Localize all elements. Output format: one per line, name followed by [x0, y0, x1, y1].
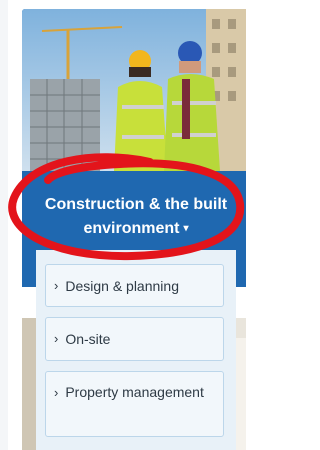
dropdown-item-label: On-site	[65, 331, 111, 347]
card-title[interactable]: Construction & the built environment ▾	[38, 193, 234, 241]
dropdown-item-label: Design & planning	[65, 277, 179, 294]
chevron-right-icon: ›	[54, 331, 59, 346]
construction-card[interactable]: Construction & the built environment ▾	[22, 9, 246, 287]
page-edge	[0, 0, 8, 450]
dropdown-item-label: › Property management	[54, 381, 204, 404]
construction-workers-photo	[22, 9, 246, 171]
dropdown-item-on-site[interactable]: › On-site	[45, 317, 224, 361]
dropdown-item-label-text: Property management	[65, 384, 204, 400]
sector-dropdown-menu: › Design & planning › On-site › Property …	[36, 250, 236, 450]
caret-down-icon[interactable]: ▾	[183, 223, 188, 234]
chevron-right-icon: ›	[54, 277, 59, 293]
dropdown-item-property-management[interactable]: › Property management	[45, 371, 224, 437]
dropdown-item-design-planning[interactable]: › Design & planning	[45, 264, 224, 307]
chevron-right-icon: ›	[54, 385, 59, 400]
card-title-text[interactable]: Construction & the built environment	[45, 196, 227, 237]
